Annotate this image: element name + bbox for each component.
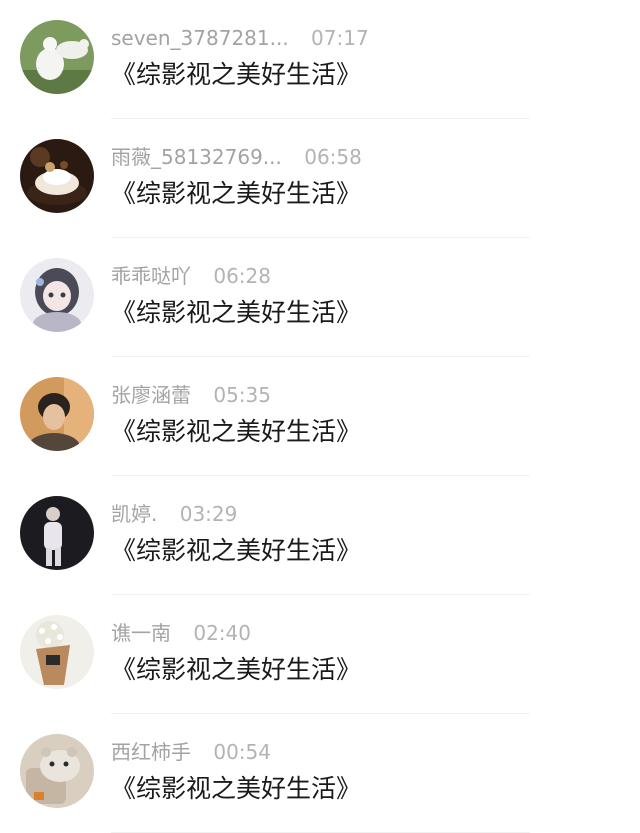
man-portrait-avatar[interactable]: [20, 377, 94, 451]
timestamp: 02:40: [193, 621, 251, 645]
flower-bouquet-avatar[interactable]: [20, 615, 94, 689]
comment-text: 《综影视之美好生活》: [111, 179, 362, 208]
anime-girl-avatar[interactable]: [20, 258, 94, 332]
comment-text: 《综影视之美好生活》: [111, 536, 362, 565]
comment-meta: 谯一南 02:40: [111, 619, 251, 647]
username[interactable]: 乖乖哒吖: [111, 262, 191, 290]
comment-meta: 西红柿手 00:54: [111, 738, 271, 766]
standing-man-avatar[interactable]: [20, 496, 94, 570]
comment-text: 《综影视之美好生活》: [111, 417, 362, 446]
hamster-avatar[interactable]: [20, 734, 94, 808]
comment-text: 《综影视之美好生活》: [111, 655, 362, 684]
timestamp: 05:35: [213, 383, 271, 407]
comment-text: 《综影视之美好生活》: [111, 60, 362, 89]
username[interactable]: seven_3787281...: [111, 24, 289, 52]
comment-item[interactable]: 乖乖哒吖 06:28 《综影视之美好生活》: [0, 238, 640, 357]
comment-meta: 雨薇_58132769... 06:58: [111, 143, 362, 171]
username[interactable]: 西红柿手: [111, 738, 191, 766]
comment-item[interactable]: 雨薇_58132769... 06:58 《综影视之美好生活》: [0, 119, 640, 238]
comment-text: 《综影视之美好生活》: [111, 298, 362, 327]
timestamp: 03:29: [179, 502, 238, 526]
comment-list: seven_3787281... 07:17 《综影视之美好生活》 雨薇_581…: [0, 0, 640, 833]
timestamp: 06:58: [304, 145, 362, 169]
username[interactable]: 雨薇_58132769...: [111, 143, 282, 171]
cake-avatar[interactable]: [20, 139, 94, 213]
username[interactable]: 张廖涵蕾: [111, 381, 191, 409]
comment-meta: 乖乖哒吖 06:28: [111, 262, 271, 290]
comment-item[interactable]: 谯一南 02:40 《综影视之美好生活》: [0, 595, 640, 714]
username[interactable]: 谯一南: [111, 619, 171, 647]
comment-item[interactable]: 张廖涵蕾 05:35 《综影视之美好生活》: [0, 357, 640, 476]
timestamp: 00:54: [213, 740, 271, 764]
white-dove-avatar[interactable]: [20, 20, 94, 94]
comment-meta: 凯婷. 03:29: [111, 500, 237, 528]
comment-item[interactable]: 西红柿手 00:54 《综影视之美好生活》: [0, 714, 640, 833]
comment-item[interactable]: 凯婷. 03:29 《综影视之美好生活》: [0, 476, 640, 595]
username[interactable]: 凯婷.: [111, 500, 157, 528]
timestamp: 06:28: [213, 264, 271, 288]
comment-item[interactable]: seven_3787281... 07:17 《综影视之美好生活》: [0, 0, 640, 119]
comment-text: 《综影视之美好生活》: [111, 774, 362, 803]
comment-meta: 张廖涵蕾 05:35: [111, 381, 271, 409]
comment-meta: seven_3787281... 07:17: [111, 24, 369, 52]
timestamp: 07:17: [311, 26, 369, 50]
